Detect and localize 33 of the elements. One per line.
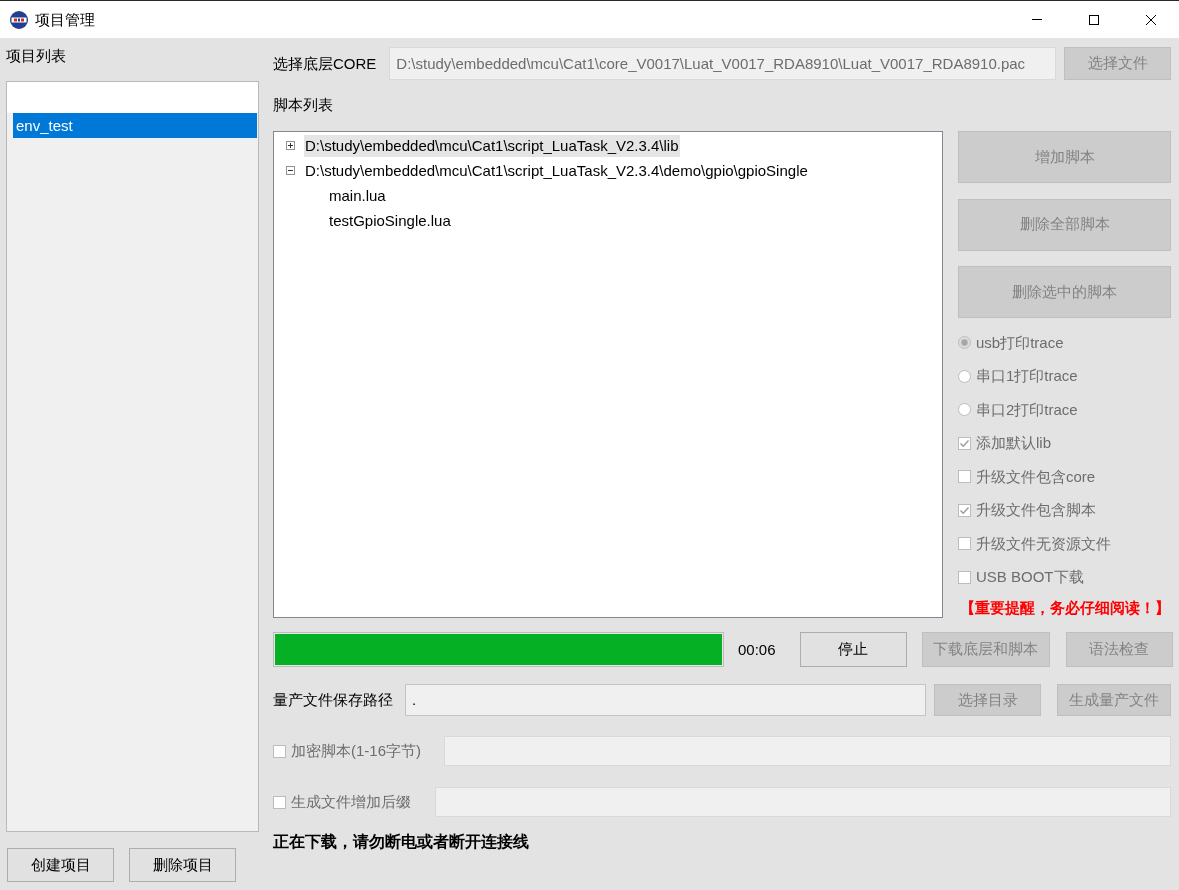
option-label: usb打印trace [976,333,1064,352]
field-label: 选择底层CORE [273,54,377,73]
checkbox-label: 生成文件增加后缀 [291,793,411,811]
status-message: 正在下载，请勿断电或者断开连接线 [273,833,529,851]
plus-box-icon[interactable] [286,141,295,150]
minus-box-icon[interactable] [286,166,295,175]
maximize-icon [1088,14,1099,25]
section-label: 项目列表 [6,47,66,65]
option-label: USB BOOT下载 [976,568,1084,587]
field-label: 量产文件保存路径 [273,691,393,709]
option-label: 升级文件包含脚本 [976,501,1096,520]
tree-item[interactable]: D:\study\embedded\mcu\Cat1\script_LuaTask_V2.3.4\demo\gpio\gpioSingle [304,159,809,182]
tree-item[interactable]: main.lua [328,184,387,207]
tree-item[interactable]: testGpioSingle.lua [328,209,452,232]
output-path-field[interactable]: . [405,684,926,716]
project-button[interactable]: 创建项目 [7,848,114,882]
minimize-icon [1031,19,1042,20]
section-label: 脚本列表 [273,96,333,114]
action-button[interactable]: 停止 [799,632,907,667]
elapsed-time: 00:06 [738,640,776,659]
option-label: 串口2打印trace [976,400,1078,419]
tree-item[interactable]: D:\study\embedded\mcu\Cat1\script_LuaTask_V2.3.4\lib [304,134,680,157]
option-label: 升级文件无资源文件 [976,534,1111,553]
project-button[interactable]: 删除项目 [129,848,236,882]
checkbox-label: 加密脚本(1-16字节) [291,742,421,760]
project-list-item[interactable]: env_test [13,113,257,138]
option-label: 串口1打印trace [976,367,1078,386]
option-label: 升级文件包含core [976,467,1096,486]
app-logo-icon [10,10,28,29]
close-icon [1145,14,1156,25]
option-label: 添加默认lib [976,434,1051,453]
warning-text: 【重要提醒，务必仔细阅读！】 [960,599,1170,617]
window-title: 项目管理 [35,10,95,29]
